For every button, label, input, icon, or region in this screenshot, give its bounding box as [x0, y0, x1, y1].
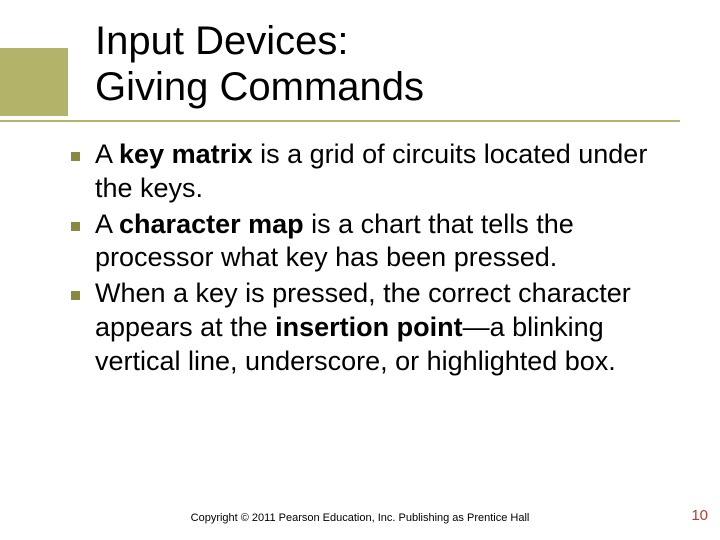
list-item: When a key is pressed, the correct chara… — [95, 277, 670, 378]
bullet-text: A character map is a chart that tells th… — [95, 208, 670, 276]
title-underline — [0, 120, 680, 122]
bullet-text: A key matrix is a grid of circuits locat… — [95, 138, 670, 206]
title-accent-square — [0, 48, 68, 116]
bullet-icon — [71, 291, 80, 300]
bullet-icon — [71, 152, 80, 161]
bullet-text: When a key is pressed, the correct chara… — [95, 277, 670, 378]
slide-footer: Copyright © 2011 Pearson Education, Inc.… — [0, 512, 720, 524]
slide-content: A key matrix is a grid of circuits locat… — [0, 120, 720, 378]
title-line-2: Giving Commands — [95, 65, 424, 109]
page-number: 10 — [691, 507, 708, 524]
copyright-text: Copyright © 2011 Pearson Education, Inc.… — [0, 512, 720, 524]
title-line-1: Input Devices: — [95, 19, 348, 63]
slide-title-block: Input Devices: Giving Commands — [0, 0, 720, 120]
list-item: A key matrix is a grid of circuits locat… — [95, 138, 670, 206]
bullet-icon — [71, 222, 80, 231]
list-item: A character map is a chart that tells th… — [95, 208, 670, 276]
slide-title: Input Devices: Giving Commands — [95, 18, 680, 110]
